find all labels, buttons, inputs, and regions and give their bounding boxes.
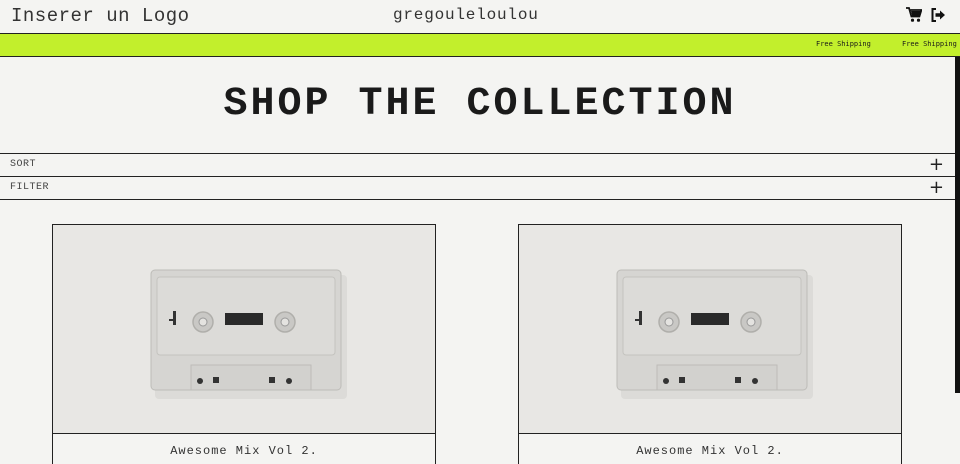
divider: [0, 199, 955, 200]
product-card[interactable]: Awesome Mix Vol 2.: [518, 224, 902, 464]
product-image[interactable]: [519, 225, 901, 434]
plus-icon[interactable]: +: [929, 154, 944, 176]
logout-icon[interactable]: [930, 7, 946, 23]
site-name[interactable]: gregouleloulou: [393, 6, 539, 24]
cassette-tape-image: [53, 225, 435, 433]
filter-toggle[interactable]: FILTER +: [0, 176, 955, 199]
marquee-item: Free Shipping: [902, 40, 957, 48]
scrollbar[interactable]: [955, 57, 960, 393]
product-name[interactable]: Awesome Mix Vol 2.: [519, 444, 901, 458]
site-header: Inserer un Logo gregouleloulou: [0, 0, 960, 33]
sort-label: SORT: [10, 159, 37, 170]
plus-icon[interactable]: +: [929, 177, 944, 199]
sort-toggle[interactable]: SORT +: [0, 153, 955, 176]
marquee-item: Free Shipping: [816, 40, 871, 48]
cart-icon[interactable]: [906, 7, 923, 23]
site-logo[interactable]: Inserer un Logo: [11, 5, 190, 27]
product-card[interactable]: Awesome Mix Vol 2.: [52, 224, 436, 464]
product-name[interactable]: Awesome Mix Vol 2.: [53, 444, 435, 458]
filter-label: FILTER: [10, 182, 50, 193]
product-image[interactable]: [53, 225, 435, 434]
shipping-marquee: Free Shipping Free Shipping: [0, 33, 960, 57]
page-title: SHOP THE COLLECTION: [223, 82, 737, 127]
cassette-tape-image: [519, 225, 901, 433]
header-icons: [906, 7, 946, 23]
